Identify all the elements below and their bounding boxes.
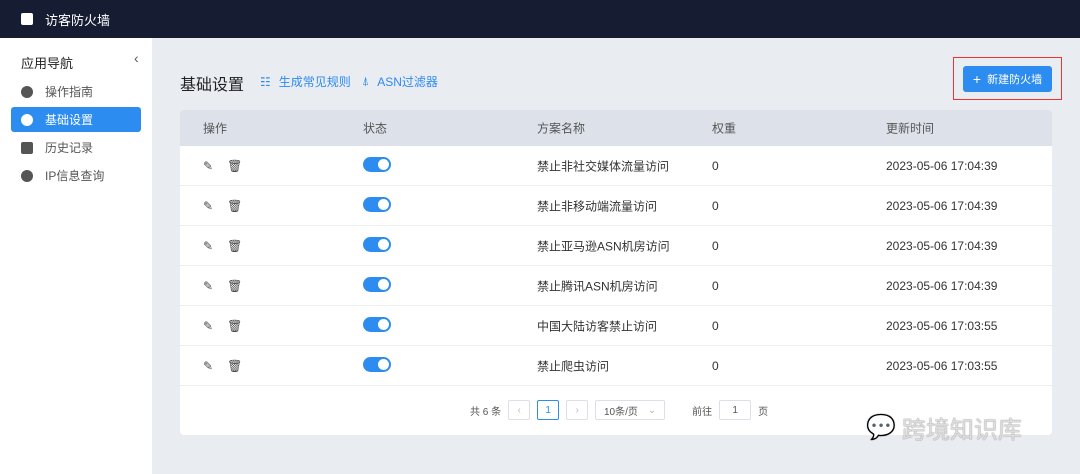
sidebar-item-label: 基础设置	[45, 113, 94, 127]
sidebar-item-ip-lookup[interactable]: IP信息查询	[11, 163, 141, 188]
table-row: ✎ 🗑 中国大陆访客禁止访问 0 2023-05-06 17:03:55	[180, 306, 1052, 346]
table-row: ✎ 🗑 禁止爬虫访问 0 2023-05-06 17:03:55	[180, 346, 1052, 386]
delete-trash-icon[interactable]: 🗑	[227, 319, 242, 333]
sidebar-item-label: IP信息查询	[45, 169, 105, 183]
watermark-text: 跨境知识库	[901, 417, 1022, 444]
page-size-select[interactable]: 10条/页 ⌄	[595, 400, 666, 420]
table-row: ✎ 🗑 禁止非社交媒体流量访问 0 2023-05-06 17:04:39	[180, 146, 1052, 186]
row-actions: ✎ 🗑	[203, 199, 256, 213]
updated-time: 2023-05-06 17:04:39	[886, 278, 998, 293]
history-doc-icon	[21, 141, 33, 154]
edit-pencil-icon[interactable]: ✎	[203, 359, 213, 373]
sidebar: 应用导航 ‹ 操作指南 基础设置 历史记录 IP信息查询	[0, 38, 152, 474]
firewall-table: 操作 状态 方案名称 权重 更新时间 ✎ 🗑 禁止非社交媒体流量访问 0 2023…	[180, 110, 1052, 435]
table-row: ✎ 🗑 禁止亚马逊ASN机房访问 0 2023-05-06 17:04:39	[180, 226, 1052, 266]
sidebar-item-guide[interactable]: 操作指南	[11, 79, 141, 104]
edit-pencil-icon[interactable]: ✎	[203, 279, 213, 293]
generate-rules-link[interactable]: ☷ 生成常见规则	[260, 73, 351, 90]
row-actions: ✎ 🗑	[203, 159, 256, 173]
sidebar-item-basic-settings[interactable]: 基础设置	[11, 107, 141, 132]
rule-name: 禁止非移动端流量访问	[537, 199, 658, 213]
edit-pencil-icon[interactable]: ✎	[203, 319, 213, 333]
goto-label: 前往	[692, 406, 713, 418]
button-label: 新建防火墙	[987, 74, 1043, 86]
column-header: 方案名称	[537, 121, 586, 136]
edit-pencil-icon[interactable]: ✎	[203, 239, 213, 253]
wechat-icon: 💬	[866, 414, 896, 441]
delete-trash-icon[interactable]: 🗑	[227, 359, 242, 373]
gear-icon	[21, 113, 33, 126]
goto-suffix: 页	[758, 406, 769, 418]
status-toggle[interactable]	[363, 156, 391, 175]
goto-page-input[interactable]: 1	[719, 400, 752, 420]
row-actions: ✎ 🗑	[203, 279, 256, 293]
plus-icon: +	[972, 71, 982, 87]
rule-weight: 0	[712, 238, 719, 253]
column-header: 更新时间	[886, 121, 935, 136]
rule-name: 禁止亚马逊ASN机房访问	[537, 239, 670, 253]
page-1-button[interactable]: 1	[537, 400, 560, 420]
delete-trash-icon[interactable]: 🗑	[227, 279, 242, 293]
delete-trash-icon[interactable]: 🗑	[227, 199, 242, 213]
next-page-button[interactable]: ›	[566, 400, 589, 420]
rule-weight: 0	[712, 278, 719, 293]
prev-page-button[interactable]: ‹	[508, 400, 531, 420]
app-title: 访客防火墙	[45, 12, 111, 28]
globe-icon	[21, 169, 33, 182]
edit-pencil-icon[interactable]: ✎	[203, 199, 213, 213]
row-actions: ✎ 🗑	[203, 359, 256, 373]
sidebar-title: 应用导航	[21, 56, 74, 71]
rule-weight: 0	[712, 198, 719, 213]
status-toggle[interactable]	[363, 196, 391, 215]
updated-time: 2023-05-06 17:04:39	[886, 198, 998, 213]
rule-weight: 0	[712, 158, 719, 173]
status-toggle[interactable]	[363, 316, 391, 335]
watermark: 💬 跨境知识库	[866, 410, 1022, 445]
status-toggle[interactable]	[363, 276, 391, 295]
sidebar-item-label: 历史记录	[45, 141, 94, 155]
updated-time: 2023-05-06 17:03:55	[886, 318, 998, 333]
updated-time: 2023-05-06 17:04:39	[886, 158, 998, 173]
table-row: ✎ 🗑 禁止腾讯ASN机房访问 0 2023-05-06 17:04:39	[180, 266, 1052, 306]
rule-name: 禁止爬虫访问	[537, 359, 610, 373]
asn-filter-link[interactable]: ⍋ ASN过滤器	[362, 73, 438, 90]
link-label: 生成常见规则	[278, 75, 351, 89]
page-title: 基础设置	[180, 77, 245, 94]
rule-weight: 0	[712, 358, 719, 373]
updated-time: 2023-05-06 17:03:55	[886, 358, 998, 373]
rule-weight: 0	[712, 318, 719, 333]
status-toggle[interactable]	[363, 356, 391, 375]
row-actions: ✎ 🗑	[203, 239, 256, 253]
rule-name: 中国大陆访客禁止访问	[537, 319, 658, 333]
rule-name: 禁止非社交媒体流量访问	[537, 159, 670, 173]
page-size-value: 10条/页	[603, 406, 638, 418]
collapse-chevron-icon[interactable]: ‹	[134, 50, 139, 66]
column-header: 操作	[203, 121, 228, 136]
column-header: 权重	[712, 121, 737, 136]
cube-logo-icon	[21, 13, 33, 25]
total-count: 共 6 条	[470, 406, 502, 418]
top-bar: 访客防火墙	[0, 0, 1080, 38]
delete-trash-icon[interactable]: 🗑	[227, 239, 242, 253]
sidebar-item-label: 操作指南	[45, 85, 94, 99]
new-firewall-button[interactable]: + 新建防火墙	[963, 66, 1052, 92]
navigation-icon	[21, 85, 33, 98]
antenna-icon: ⍋	[362, 74, 370, 88]
edit-pencil-icon[interactable]: ✎	[203, 159, 213, 173]
link-label: ASN过滤器	[377, 75, 438, 89]
rule-name: 禁止腾讯ASN机房访问	[537, 279, 658, 293]
status-toggle[interactable]	[363, 236, 391, 255]
column-header: 状态	[363, 121, 388, 136]
row-actions: ✎ 🗑	[203, 319, 256, 333]
sidebar-item-history[interactable]: 历史记录	[11, 135, 141, 160]
table-header: 操作 状态 方案名称 权重 更新时间	[180, 110, 1052, 146]
delete-trash-icon[interactable]: 🗑	[227, 159, 242, 173]
chevron-down-icon: ⌄	[647, 404, 657, 416]
sliders-icon: ☷	[260, 74, 271, 89]
updated-time: 2023-05-06 17:04:39	[886, 238, 998, 253]
table-row: ✎ 🗑 禁止非移动端流量访问 0 2023-05-06 17:04:39	[180, 186, 1052, 226]
pagination: 共 6 条 ‹ 1 › 10条/页 ⌄ 前往 1 页	[470, 400, 768, 420]
